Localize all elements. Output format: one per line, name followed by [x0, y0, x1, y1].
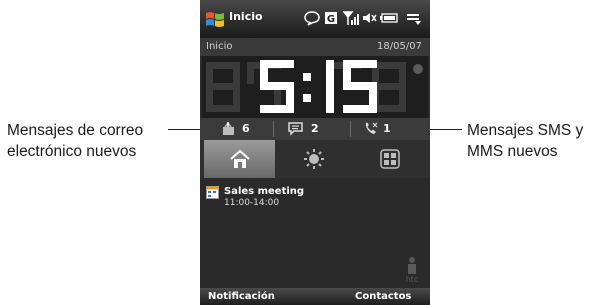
home-icon: [230, 149, 250, 168]
window-title: Inicio: [229, 10, 263, 23]
grid-icon: [380, 149, 400, 169]
appointment-item[interactable]: Sales meeting 11:00-14:00: [200, 178, 430, 212]
callout-email-line2: electrónico nuevos: [7, 143, 137, 160]
tab-weather[interactable]: [279, 140, 350, 178]
device-screen: Inicio G Inicio 18/05/07 6 2 1 Sales mee…: [200, 0, 430, 305]
speaker-icon[interactable]: [362, 9, 378, 27]
callout-sms-line2: MMS nuevos: [467, 143, 558, 160]
alarm-icon: [413, 64, 423, 74]
sun-icon: [304, 149, 324, 169]
tab-launcher[interactable]: [355, 140, 426, 178]
clock-panel[interactable]: [202, 56, 428, 118]
appointment-time: 11:00-14:00: [224, 198, 280, 208]
softkey-bar: Notificación Contactos: [200, 288, 430, 305]
softkey-left[interactable]: Notificación: [208, 291, 275, 302]
header-date: 18/05/07: [377, 41, 422, 52]
windows-start-icon[interactable]: [204, 9, 226, 29]
title-bar: Inicio G: [200, 0, 430, 38]
phone-icon: [365, 122, 378, 134]
menu-icon[interactable]: [405, 9, 423, 27]
callout-sms-label: Mensajes SMS y MMS nuevos: [467, 120, 583, 162]
sms-icon: [288, 122, 303, 136]
chat-icon[interactable]: [304, 9, 320, 27]
header-label: Inicio: [206, 41, 233, 52]
email-counter[interactable]: 6: [200, 118, 273, 140]
tab-bar: [200, 140, 430, 178]
email-count: 6: [242, 122, 250, 135]
signal-icon[interactable]: [343, 9, 359, 27]
missed-calls-counter[interactable]: 1: [351, 118, 430, 140]
svg-text:htc: htc: [406, 275, 419, 284]
callout-email-label: Mensajes de correo electrónico nuevos: [7, 120, 143, 162]
notification-counters: 6 2 1: [200, 118, 430, 140]
sms-counter[interactable]: 2: [274, 118, 350, 140]
tab-home[interactable]: [204, 140, 275, 178]
callout-sms-line1: Mensajes SMS y: [467, 122, 584, 139]
svg-text:G: G: [327, 14, 335, 25]
missed-calls-count: 1: [383, 122, 391, 135]
callout-email-line1: Mensajes de correo: [7, 122, 144, 139]
battery-icon[interactable]: [380, 9, 400, 27]
softkey-right[interactable]: Contactos: [355, 291, 411, 302]
htc-logo: htc: [406, 257, 419, 284]
content-area: Sales meeting 11:00-14:00 htc: [200, 178, 430, 288]
email-icon: [223, 121, 234, 135]
appointment-title: Sales meeting: [224, 186, 305, 197]
clock-digits: [206, 60, 423, 113]
g-network-icon[interactable]: G: [324, 9, 338, 27]
sms-count: 2: [311, 122, 319, 135]
calendar-icon: [206, 186, 219, 199]
header-row: Inicio 18/05/07: [200, 38, 430, 56]
